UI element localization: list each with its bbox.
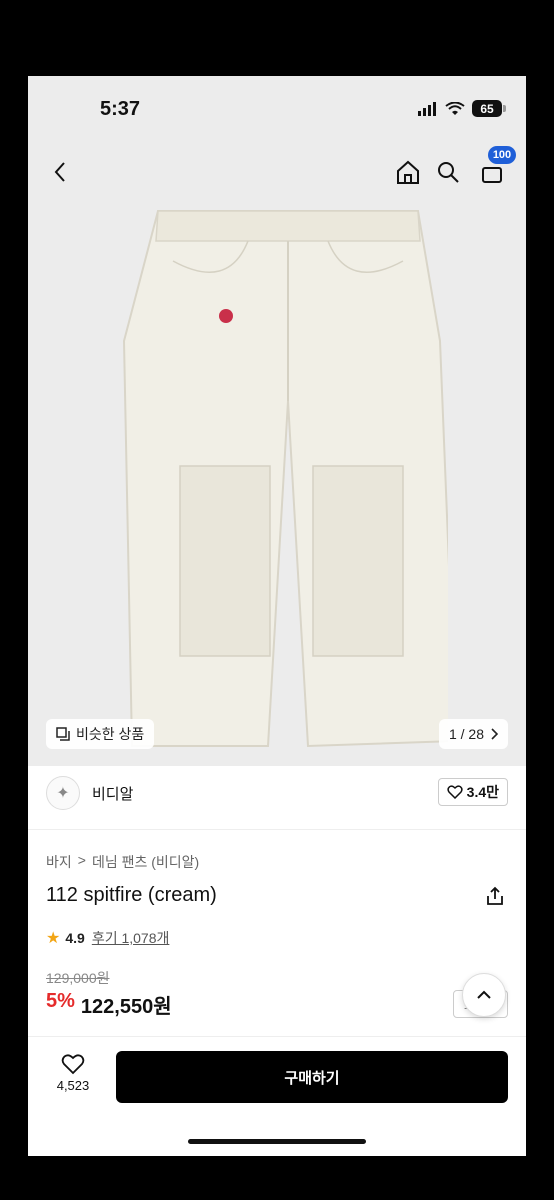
- home-indicator: [188, 1139, 366, 1144]
- similar-products-label: 비슷한 상품: [76, 726, 145, 742]
- price-row: 5% 122,550원: [46, 990, 172, 1019]
- wish-count: 4,523: [56, 1078, 90, 1093]
- brand-row[interactable]: ✦ 비디알 3.4만: [28, 768, 526, 830]
- search-icon: [438, 162, 459, 183]
- back-button[interactable]: [42, 154, 78, 190]
- phone-screen: 5:37 65 100 비슷한 상품 1 / 28 ✦ 비디알 3.4만 바지 …: [28, 76, 526, 1156]
- breadcrumb-subcategory[interactable]: 데님 팬츠 (비디알): [92, 852, 199, 872]
- copy-icon: [56, 727, 70, 741]
- discount-rate: 5%: [46, 990, 75, 1012]
- scroll-top-button[interactable]: [462, 973, 506, 1017]
- chevron-up-icon: [477, 990, 491, 999]
- chevron-right-icon: [491, 728, 498, 740]
- rating-score: 4.9: [65, 930, 85, 946]
- breadcrumb: 바지 > 데님 팬츠 (비디알): [46, 852, 199, 872]
- brand-name[interactable]: 비디알: [92, 783, 133, 804]
- chevron-left-icon: [54, 162, 65, 182]
- similar-products-button[interactable]: 비슷한 상품: [46, 719, 155, 749]
- signal-icon: [418, 101, 436, 116]
- search-button[interactable]: [430, 154, 466, 190]
- image-counter-label: 1 / 28: [448, 726, 484, 742]
- home-icon: [397, 160, 419, 184]
- rating-row: ★ 4.9 후기 1,078개: [46, 928, 169, 948]
- breadcrumb-separator-icon: >: [77, 852, 86, 868]
- product-title: 112 spitfire (cream): [46, 884, 217, 906]
- bottom-action-bar: 4,523 구매하기: [28, 1036, 526, 1156]
- sale-price: 122,550원: [80, 996, 172, 1018]
- status-time: 5:37: [100, 98, 141, 120]
- share-button[interactable]: [486, 886, 504, 911]
- reviews-link[interactable]: 후기 1,078개: [92, 928, 170, 948]
- cart-button[interactable]: 100: [474, 146, 516, 190]
- brand-like-button[interactable]: 3.4만: [437, 778, 508, 806]
- heart-icon: [61, 1054, 85, 1075]
- breadcrumb-category[interactable]: 바지: [46, 852, 72, 872]
- original-price: 129,000원: [46, 970, 110, 986]
- wishlist-button[interactable]: 4,523: [52, 1053, 94, 1093]
- brand-logo-icon: ✦: [46, 776, 80, 810]
- status-bar: 5:37 65: [28, 76, 526, 140]
- home-button[interactable]: [390, 154, 426, 190]
- image-counter[interactable]: 1 / 28: [438, 719, 508, 749]
- battery-icon: 65: [472, 100, 506, 117]
- product-image: [122, 210, 448, 748]
- cart-count-badge: 100: [488, 146, 516, 164]
- star-icon: ★: [46, 930, 61, 947]
- wifi-icon: [445, 101, 465, 115]
- share-icon: [487, 886, 503, 905]
- heart-icon: [447, 785, 463, 799]
- top-navigation: 100: [28, 146, 526, 198]
- brand-like-count: 3.4만: [466, 784, 499, 800]
- product-image-gallery[interactable]: 5:37 65 100 비슷한 상품 1 / 28: [28, 76, 526, 766]
- buy-button[interactable]: 구매하기: [116, 1051, 508, 1103]
